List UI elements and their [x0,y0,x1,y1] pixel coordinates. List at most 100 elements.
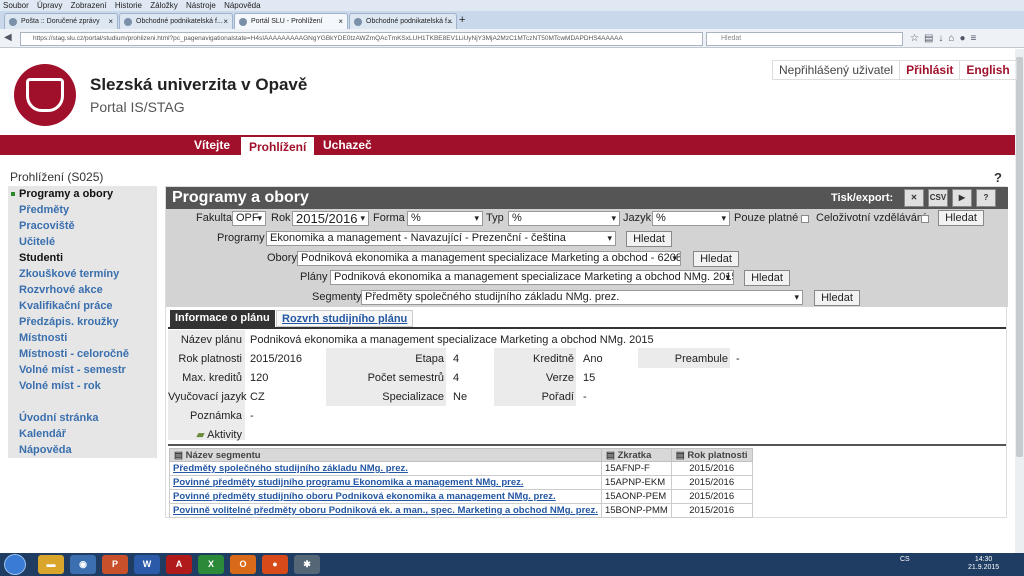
sidebar-item-volne-mist-rok[interactable]: Volné míst - rok [8,378,157,394]
sidebar-item-napoveda[interactable]: Nápověda [8,442,157,458]
col-zkratka[interactable]: ▤ Zkratka [600,448,672,462]
help-icon[interactable]: ? [994,170,1002,185]
back-icon[interactable]: ◀ [4,32,12,43]
sidebar-item-pracoviste[interactable]: Pracoviště [8,218,157,234]
acrobat-icon[interactable]: A [166,555,192,574]
csv-export-icon[interactable]: CSV [928,189,948,207]
segment-link[interactable]: Povinně volitelné předměty oboru Podniko… [169,503,602,518]
sidebar-item-ucitele[interactable]: Učitelé [8,234,157,250]
excel-export-icon[interactable]: ✕ [904,189,924,207]
close-icon[interactable]: × [338,14,343,29]
nav-prohlizeni[interactable]: Prohlížení [241,135,315,155]
hledat-button-5[interactable]: Hledat [814,290,860,306]
sidebar-item-studenti[interactable]: Studenti [8,250,157,266]
page-scrollbar[interactable] [1015,49,1024,553]
sidebar-item-mistnosti-celorocne[interactable]: Místnosti - celoročně [8,346,157,362]
language-link[interactable]: English [959,61,1015,79]
bookmarks-icon[interactable]: ▤ [924,33,938,44]
scrollbar-thumb[interactable] [1016,57,1023,457]
menu-napoveda[interactable]: Nápověda [224,1,260,10]
excel-icon[interactable]: X [198,555,224,574]
etapa-label: Etapa [415,353,444,365]
powerpoint-icon[interactable]: P [102,555,128,574]
clock[interactable]: 14:30 21.9.2015 [968,556,999,572]
segment-code: 15APNP-EKM [600,475,672,490]
hledat-button-4[interactable]: Hledat [744,270,790,286]
sidebar-item-volne-mist-semestr[interactable]: Volné míst - semestr [8,362,157,378]
sidebar-item-predmety[interactable]: Předměty [8,202,157,218]
browser-tabbar: Pošta :: Doručené zprávy × Obchodné podni… [0,11,1024,29]
col-rok-platnosti[interactable]: ▤ Rok platnosti [670,448,753,462]
programy-label: Programy [217,232,265,244]
explorer-icon[interactable]: ▬ [38,555,64,574]
menu-zobrazeni[interactable]: Zobrazení [71,1,107,10]
new-tab-button[interactable]: + [459,13,465,27]
sidebar-item-predzapis-krouzky[interactable]: Předzápis. kroužky [8,314,157,330]
home-icon[interactable]: ⌂ [948,33,959,44]
word-icon[interactable]: W [134,555,160,574]
etapa-value: 4 [453,353,460,365]
fakulta-select[interactable]: OPF [232,211,266,226]
close-icon[interactable]: × [447,14,452,29]
typ-select[interactable]: % [508,211,620,226]
col-nazev-segmentu[interactable]: ▤ Název segmentu [169,448,602,462]
menu-nastroje[interactable]: Nástroje [186,1,216,10]
plany-select[interactable]: Podniková ekonomika a management special… [330,270,734,285]
browser-tab-posta[interactable]: Pošta :: Doručené zprávy × [4,13,118,29]
tab-rozvrh[interactable]: Rozvrh studijního plánu [276,310,414,327]
hledat-button-2[interactable]: Hledat [626,231,672,247]
nav-uchazec[interactable]: Uchazeč [315,135,380,155]
chat-icon[interactable]: ● [959,33,970,44]
obory-select[interactable]: Podniková ekonomika a management special… [297,251,681,266]
windows-taskbar: ▬ ◉ P W A X O ● ✱ CS 14:30 21.9.2015 [0,553,1024,576]
browser-tab-opf-2[interactable]: Obchodné podnikatelská f... × [349,13,457,29]
help-icon[interactable]: ? [976,189,996,207]
aktivity-label[interactable]: ▰ Aktivity [168,428,242,441]
firefox-icon[interactable]: ● [262,555,288,574]
nav-vitejte[interactable]: Vítejte [186,135,238,155]
media-icon[interactable]: ◉ [70,555,96,574]
outlook-icon[interactable]: O [230,555,256,574]
sidebar-item-uvodni-stranka[interactable]: Úvodní stránka [8,410,157,426]
sidebar-item-mistnosti[interactable]: Místnosti [8,330,157,346]
segment-link[interactable]: Povinné předměty studijního oboru Podnik… [169,489,602,504]
language-indicator[interactable]: CS [900,556,910,563]
start-button[interactable] [4,554,26,575]
browser-search-input[interactable]: Hledat [706,32,903,46]
forma-select[interactable]: % [407,211,483,226]
pouze-platne-checkbox[interactable] [801,215,809,223]
download-icon[interactable]: ↓ [938,33,948,44]
close-icon[interactable]: × [108,14,113,29]
celozivotni-checkbox[interactable] [921,215,929,223]
sidebar-item-zkouskove-terminy[interactable]: Zkouškové termíny [8,266,157,282]
hledat-button-3[interactable]: Hledat [693,251,739,267]
hledat-button-1[interactable]: Hledat [938,210,984,226]
url-bar[interactable]: https://stag.slu.cz/portal/studium/prohl… [20,32,703,46]
sidebar-item-kvalifikacni-prace[interactable]: Kvalifikační práce [8,298,157,314]
sidebar-item-kalendar[interactable]: Kalendář [8,426,157,442]
browser-tab-portal[interactable]: Portál SLU - Prohlížení × [234,13,348,29]
app-icon[interactable]: ✱ [294,555,320,574]
sidebar-item-rozvrhove-akce[interactable]: Rozvrhové akce [8,282,157,298]
programy-select[interactable]: Ekonomika a management - Navazující - Pr… [266,231,616,246]
tab-informace[interactable]: Informace o plánu [170,310,275,327]
menu-zalozky[interactable]: Záložky [150,1,178,10]
segment-link[interactable]: Předměty společného studijního základu N… [169,461,602,476]
menu-historie[interactable]: Historie [115,1,142,10]
menu-upravy[interactable]: Úpravy [37,1,62,10]
browser-tab-opf[interactable]: Obchodné podnikatelská f... × [119,13,233,29]
login-link[interactable]: Přihlásit [899,61,959,79]
segmenty-select[interactable]: Předměty společného studijního základu N… [361,290,803,305]
close-icon[interactable]: × [223,14,228,29]
menu-icon[interactable]: ≡ [971,33,982,44]
export-label: Tisk/export: [831,192,894,204]
segment-link[interactable]: Povinné předměty studijního programu Eko… [169,475,602,490]
star-icon[interactable]: ☆ [910,33,924,44]
jazyk-select[interactable]: % [652,211,730,226]
jazyk-label: Jazyk [623,212,652,224]
expand-icon[interactable]: ▶ [952,189,972,207]
sidebar-item-programy[interactable]: Programy a obory [8,186,157,202]
table-row: Povinně volitelné předměty oboru Podniko… [169,503,753,518]
rok-select[interactable]: 2015/2016 [292,211,369,226]
menu-soubor[interactable]: Soubor [3,1,29,10]
